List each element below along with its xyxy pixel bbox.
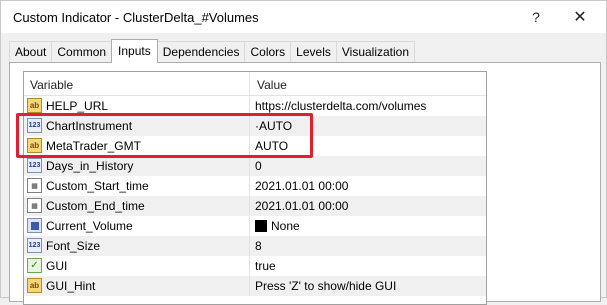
param-name: MetaTrader_GMT xyxy=(46,139,141,153)
param-name: Font_Size xyxy=(46,239,101,253)
param-value[interactable]: 2021.01.01 00:00 xyxy=(255,199,348,213)
tab-visualization[interactable]: Visualization xyxy=(335,41,416,62)
param-name: Current_Volume xyxy=(46,219,133,233)
param-row[interactable]: 123 Days_in_History 0 xyxy=(24,156,486,176)
tab-levels[interactable]: Levels xyxy=(290,41,337,62)
color-swatch[interactable] xyxy=(255,220,267,232)
column-header-value[interactable]: Value xyxy=(257,78,287,92)
ab-type-icon: ab xyxy=(27,278,42,293)
param-value[interactable]: true xyxy=(255,259,276,273)
dt-type-icon: ▦ xyxy=(27,178,42,193)
param-row[interactable]: 123 Font_Size 8 xyxy=(24,236,486,256)
clr-type-icon xyxy=(27,218,42,233)
param-row[interactable]: ab GUI_Hint Press 'Z' to show/hide GUI xyxy=(24,276,486,296)
window-title: Custom Indicator - ClusterDelta_#Volumes xyxy=(13,10,259,25)
tab-colors[interactable]: Colors xyxy=(244,41,292,62)
param-value[interactable]: AUTO xyxy=(255,139,288,153)
param-row[interactable]: 123 ChartInstrument ·AUTO xyxy=(24,116,486,136)
inputs-panel: Variable Value ab HELP_URL https://cluster… xyxy=(9,62,601,305)
param-name: Custom_Start_time xyxy=(46,179,149,193)
tab-about[interactable]: About xyxy=(9,41,53,62)
num-type-icon: 123 xyxy=(27,238,42,253)
param-value[interactable]: https://clusterdelta.com/volumes xyxy=(255,99,426,113)
help-button[interactable]: ? xyxy=(513,1,559,33)
param-row[interactable]: ▦ Custom_Start_time 2021.01.01 00:00 xyxy=(24,176,486,196)
param-name: GUI xyxy=(46,259,68,273)
color-value-label: None xyxy=(271,219,300,233)
param-value[interactable]: Press 'Z' to show/hide GUI xyxy=(255,279,396,293)
param-row[interactable]: ▦ Custom_End_time 2021.01.01 00:00 xyxy=(24,196,486,216)
param-value[interactable]: 0 xyxy=(255,159,262,173)
tab-inputs[interactable]: Inputs xyxy=(111,39,158,63)
tab-strip: About Common Inputs Dependencies Colors … xyxy=(9,39,416,63)
inputs-grid: Variable Value ab HELP_URL https://cluster… xyxy=(23,71,487,305)
param-value[interactable]: ·AUTO xyxy=(255,119,292,133)
param-name: ChartInstrument xyxy=(46,119,133,133)
param-row[interactable]: ✓ GUI true xyxy=(24,256,486,276)
num-type-icon: 123 xyxy=(27,118,42,133)
title-bar: Custom Indicator - ClusterDelta_#Volumes… xyxy=(1,1,606,33)
num-type-icon: 123 xyxy=(27,158,42,173)
tab-dependencies[interactable]: Dependencies xyxy=(156,41,246,62)
ab-type-icon: ab xyxy=(27,138,42,153)
param-value[interactable]: 2021.01.01 00:00 xyxy=(255,179,348,193)
param-row[interactable]: ab HELP_URL https://clusterdelta.com/volum… xyxy=(24,96,486,116)
tab-common[interactable]: Common xyxy=(51,41,113,62)
ab-type-icon: ab xyxy=(27,98,42,113)
param-value[interactable]: 8 xyxy=(255,239,262,253)
param-value[interactable]: None xyxy=(255,219,300,233)
param-name: GUI_Hint xyxy=(46,279,96,293)
param-name: Days_in_History xyxy=(46,159,134,173)
grid-header: Variable Value xyxy=(24,72,486,96)
bool-type-icon: ✓ xyxy=(27,258,42,273)
param-name: HELP_URL xyxy=(46,99,109,113)
dt-type-icon: ▦ xyxy=(27,198,42,213)
column-header-variable[interactable]: Variable xyxy=(30,78,73,92)
param-name: Custom_End_time xyxy=(46,199,145,213)
param-row[interactable]: ab MetaTrader_GMT AUTO xyxy=(24,136,486,156)
param-row[interactable]: Current_Volume None xyxy=(24,216,486,236)
dialog-window: Custom Indicator - ClusterDelta_#Volumes… xyxy=(0,0,607,305)
close-button[interactable]: ✕ xyxy=(557,1,603,33)
